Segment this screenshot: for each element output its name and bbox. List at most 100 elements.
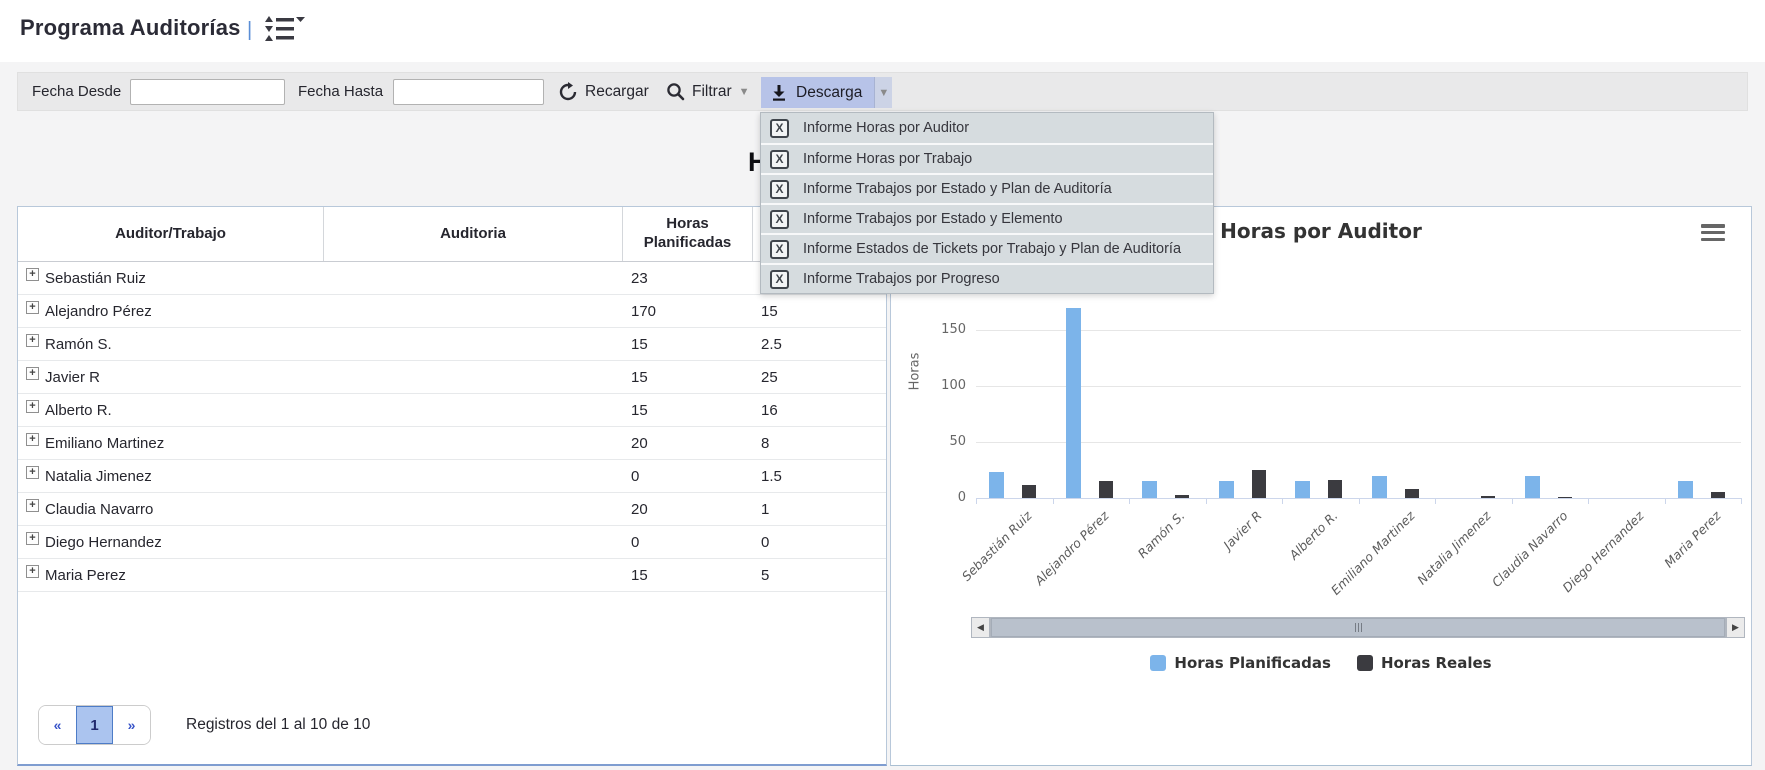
page-1-button[interactable]: 1 xyxy=(76,706,113,744)
cell-horas-planificadas: 20 xyxy=(623,427,753,459)
expand-row-icon[interactable]: + xyxy=(26,400,39,413)
scroll-left-button[interactable]: ◀ xyxy=(971,617,990,638)
expand-row-icon[interactable]: + xyxy=(26,334,39,347)
x-axis-tick xyxy=(1512,498,1513,504)
chart-menu-icon[interactable] xyxy=(1701,224,1725,241)
x-axis-tick xyxy=(1053,498,1054,504)
bar-horas-reales[interactable] xyxy=(1022,485,1036,498)
download-menu-item[interactable]: XInforme Horas por Auditor xyxy=(761,113,1213,143)
recargar-button[interactable]: Recargar xyxy=(558,73,649,110)
bar-horas-planificadas[interactable] xyxy=(1678,481,1693,498)
legend-swatch xyxy=(1150,655,1166,671)
auditor-name[interactable]: Alberto R. xyxy=(45,402,112,419)
x-axis-tick xyxy=(1359,498,1360,504)
bar-horas-planificadas[interactable] xyxy=(1525,476,1540,498)
auditor-name[interactable]: Natalia Jimenez xyxy=(45,468,152,485)
list-menu-icon[interactable] xyxy=(262,15,306,45)
page-next-button[interactable]: » xyxy=(113,706,150,744)
records-summary: Registros del 1 al 10 de 10 xyxy=(186,705,370,745)
cell-horas-reales: 15 xyxy=(753,295,886,327)
download-menu-item-label: Informe Horas por Auditor xyxy=(803,120,969,136)
cell-horas-planificadas: 15 xyxy=(623,559,753,591)
fecha-desde-label: Fecha Desde xyxy=(32,73,121,110)
cell-horas-reales: 1 xyxy=(753,493,886,525)
expand-row-icon[interactable]: + xyxy=(26,532,39,545)
auditor-name[interactable]: Alejandro Pérez xyxy=(45,303,152,320)
descarga-button[interactable]: Descarga xyxy=(761,77,874,108)
bar-horas-planificadas[interactable] xyxy=(1295,481,1310,498)
download-menu-item[interactable]: XInforme Horas por Trabajo xyxy=(761,143,1213,173)
auditor-name[interactable]: Emiliano Martinez xyxy=(45,435,164,452)
bar-horas-reales[interactable] xyxy=(1481,496,1495,498)
bar-horas-reales[interactable] xyxy=(1252,470,1266,498)
auditor-name[interactable]: Javier R xyxy=(45,369,100,386)
descarga-caret-button[interactable]: ▼ xyxy=(874,77,892,108)
table-body: +Sebastián Ruiz23+Alejandro Pérez17015+R… xyxy=(18,262,886,592)
col-header-auditoria[interactable]: Auditoria xyxy=(324,207,623,261)
page-prev-button[interactable]: « xyxy=(39,706,76,744)
expand-row-icon[interactable]: + xyxy=(26,466,39,479)
gridline xyxy=(976,330,1741,331)
bar-horas-planificadas[interactable] xyxy=(1142,481,1157,498)
cell-auditoria xyxy=(324,328,623,360)
auditor-name[interactable]: Sebastián Ruiz xyxy=(45,270,146,287)
legend-item[interactable]: Horas Reales xyxy=(1357,654,1492,672)
fecha-desde-input[interactable] xyxy=(130,79,285,105)
cell-horas-planificadas: 0 xyxy=(623,460,753,492)
cell-horas-planificadas: 15 xyxy=(623,361,753,393)
expand-row-icon[interactable]: + xyxy=(26,499,39,512)
table-row: +Diego Hernandez00 xyxy=(18,526,886,559)
bar-horas-reales[interactable] xyxy=(1099,481,1113,498)
expand-row-icon[interactable]: + xyxy=(26,433,39,446)
bar-horas-planificadas[interactable] xyxy=(1372,476,1387,498)
bar-horas-reales[interactable] xyxy=(1711,492,1725,498)
legend-item[interactable]: Horas Planificadas xyxy=(1150,654,1331,672)
expand-row-icon[interactable]: + xyxy=(26,301,39,314)
download-menu-item[interactable]: XInforme Trabajos por Estado y Plan de A… xyxy=(761,173,1213,203)
auditor-name[interactable]: Maria Perez xyxy=(45,567,126,584)
expand-row-icon[interactable]: + xyxy=(26,367,39,380)
download-menu-item[interactable]: XInforme Trabajos por Estado y Elemento xyxy=(761,203,1213,233)
descarga-label: Descarga xyxy=(796,84,862,102)
auditor-name[interactable]: Claudia Navarro xyxy=(45,501,153,518)
bar-horas-planificadas[interactable] xyxy=(1219,481,1234,498)
col-header-horas-planificadas[interactable]: Horas Planificadas xyxy=(623,207,753,261)
cell-horas-planificadas: 15 xyxy=(623,328,753,360)
download-menu-item-label: Informe Trabajos por Progreso xyxy=(803,271,1000,287)
cell-horas-reales: 16 xyxy=(753,394,886,426)
auditor-name[interactable]: Ramón S. xyxy=(45,336,112,353)
scrollbar-track[interactable] xyxy=(990,617,1726,638)
legend-swatch xyxy=(1357,655,1373,671)
scrollbar-thumb[interactable] xyxy=(991,618,1725,637)
col-header-auditor-trabajo[interactable]: Auditor/Trabajo xyxy=(18,207,324,261)
fecha-hasta-input[interactable] xyxy=(393,79,544,105)
y-axis-title: Horas xyxy=(908,350,923,394)
bar-horas-reales[interactable] xyxy=(1405,489,1419,498)
download-menu-item[interactable]: XInforme Trabajos por Progreso xyxy=(761,263,1213,293)
download-menu-item[interactable]: XInforme Estados de Tickets por Trabajo … xyxy=(761,233,1213,263)
x-axis-tick xyxy=(1129,498,1130,504)
table-row: +Alejandro Pérez17015 xyxy=(18,295,886,328)
bar-horas-reales[interactable] xyxy=(1558,497,1572,498)
filtrar-button[interactable]: Filtrar ▼ xyxy=(666,73,750,110)
x-axis-tick xyxy=(1435,498,1436,504)
search-icon xyxy=(666,82,685,101)
expand-row-icon[interactable]: + xyxy=(26,268,39,281)
cell-auditoria xyxy=(324,559,623,591)
cell-horas-reales: 25 xyxy=(753,361,886,393)
cell-auditoria xyxy=(324,460,623,492)
x-axis-tick xyxy=(1588,498,1589,504)
bar-horas-reales[interactable] xyxy=(1175,495,1189,498)
table-row: +Natalia Jimenez01.5 xyxy=(18,460,886,493)
auditor-name[interactable]: Diego Hernandez xyxy=(45,534,162,551)
download-menu-item-label: Informe Estados de Tickets por Trabajo y… xyxy=(803,241,1181,257)
bar-horas-planificadas[interactable] xyxy=(989,472,1004,498)
cell-horas-planificadas: 0 xyxy=(623,526,753,558)
table-row: +Alberto R.1516 xyxy=(18,394,886,427)
bar-horas-reales[interactable] xyxy=(1328,480,1342,498)
bar-horas-planificadas[interactable] xyxy=(1066,308,1081,498)
y-tick-label: 50 xyxy=(926,434,966,449)
expand-row-icon[interactable]: + xyxy=(26,565,39,578)
scroll-right-button[interactable]: ▶ xyxy=(1726,617,1745,638)
table-row: +Maria Perez155 xyxy=(18,559,886,592)
